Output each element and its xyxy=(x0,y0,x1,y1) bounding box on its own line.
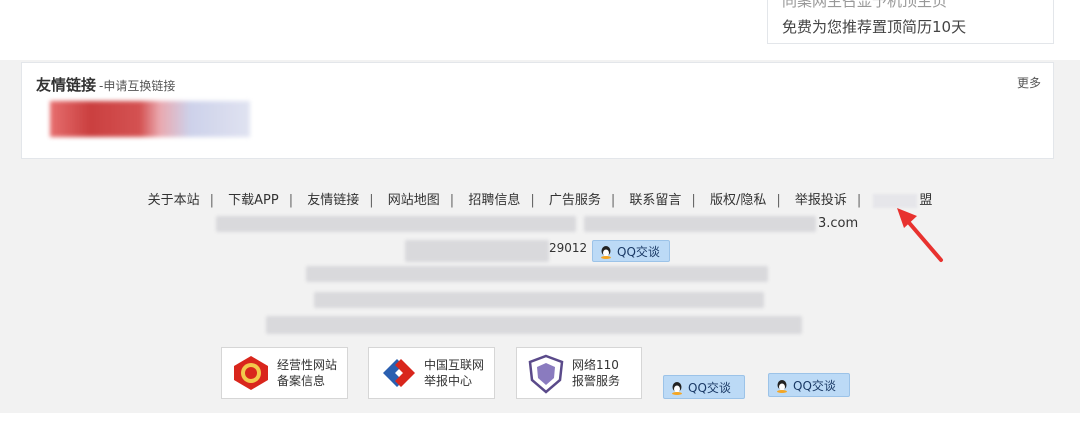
footer-link-friend-links[interactable]: 友情链接 xyxy=(305,189,361,208)
footer-link-download-app[interactable]: 下载APP xyxy=(226,189,281,208)
qq-penguin-icon xyxy=(601,246,611,259)
blurred-link-logo[interactable] xyxy=(50,101,250,137)
blurred-info-line xyxy=(306,266,768,282)
qq-penguin-icon xyxy=(777,380,787,393)
footer-link-privacy[interactable]: 版权/隐私 xyxy=(708,189,768,208)
blurred-info-line xyxy=(405,240,549,262)
bottom-scroll-area xyxy=(0,413,1080,423)
badge-line-2: 报警服务 xyxy=(572,374,621,388)
number-fragment: 29012 xyxy=(549,241,588,255)
blurred-info-line xyxy=(584,216,816,232)
badge-line-2: 备案信息 xyxy=(277,374,326,388)
badge-line-1: 经营性网站 xyxy=(277,358,338,372)
qq-penguin-icon xyxy=(672,382,682,395)
promo-box: 同案网主召显予机顶主页 免费为您推荐置顶简历10天 xyxy=(767,0,1054,44)
badge-line-2: 举报中心 xyxy=(424,374,473,388)
qq-chat-button-inline[interactable]: QQ交谈 xyxy=(592,240,670,262)
blurred-info-line xyxy=(266,316,802,334)
friend-links-panel: 友情链接 -申请互换链接 更多 xyxy=(21,62,1054,159)
friend-links-title: 友情链接 xyxy=(36,76,97,94)
promo-line-2[interactable]: 免费为您推荐置顶简历10天 xyxy=(782,16,966,37)
footer-link-ads[interactable]: 广告服务 xyxy=(547,189,603,208)
blurred-info-line xyxy=(216,216,576,232)
report-center-icon xyxy=(383,359,415,387)
badge-operating-website[interactable]: 经营性网站 备案信息 xyxy=(221,347,348,399)
red-annotation-arrow-icon xyxy=(897,208,943,262)
police-shield-icon xyxy=(528,354,564,394)
police-emblem-icon xyxy=(234,356,268,390)
apply-link-exchange[interactable]: -申请互换链接 xyxy=(99,77,175,94)
footer-link-report[interactable]: 举报投诉 xyxy=(793,189,849,208)
qq-label: QQ交谈 xyxy=(617,245,660,259)
footer-link-contact[interactable]: 联系留言 xyxy=(627,189,683,208)
qq-label: QQ交谈 xyxy=(688,381,731,395)
badge-line-1: 网络110 xyxy=(572,358,619,372)
qq-label: QQ交谈 xyxy=(793,379,836,393)
more-link[interactable]: 更多 xyxy=(1017,74,1041,91)
badge-report-center[interactable]: 中国互联网 举报中心 xyxy=(368,347,495,399)
footer-link-about[interactable]: 关于本站 xyxy=(146,189,202,208)
qq-chat-button-2[interactable]: QQ交谈 xyxy=(768,373,850,397)
domain-suffix: 3.com xyxy=(818,216,859,231)
qq-chat-button-1[interactable]: QQ交谈 xyxy=(663,375,745,399)
blurred-info-line xyxy=(314,292,764,308)
footer-link-jobs[interactable]: 招聘信息 xyxy=(466,189,522,208)
badge-network-110[interactable]: 网络110 报警服务 xyxy=(516,347,642,399)
promo-line-1[interactable]: 同案网主召显予机顶主页 xyxy=(782,0,947,11)
footer-link-sitemap[interactable]: 网站地图 xyxy=(386,189,442,208)
badge-line-1: 中国互联网 xyxy=(424,358,485,372)
